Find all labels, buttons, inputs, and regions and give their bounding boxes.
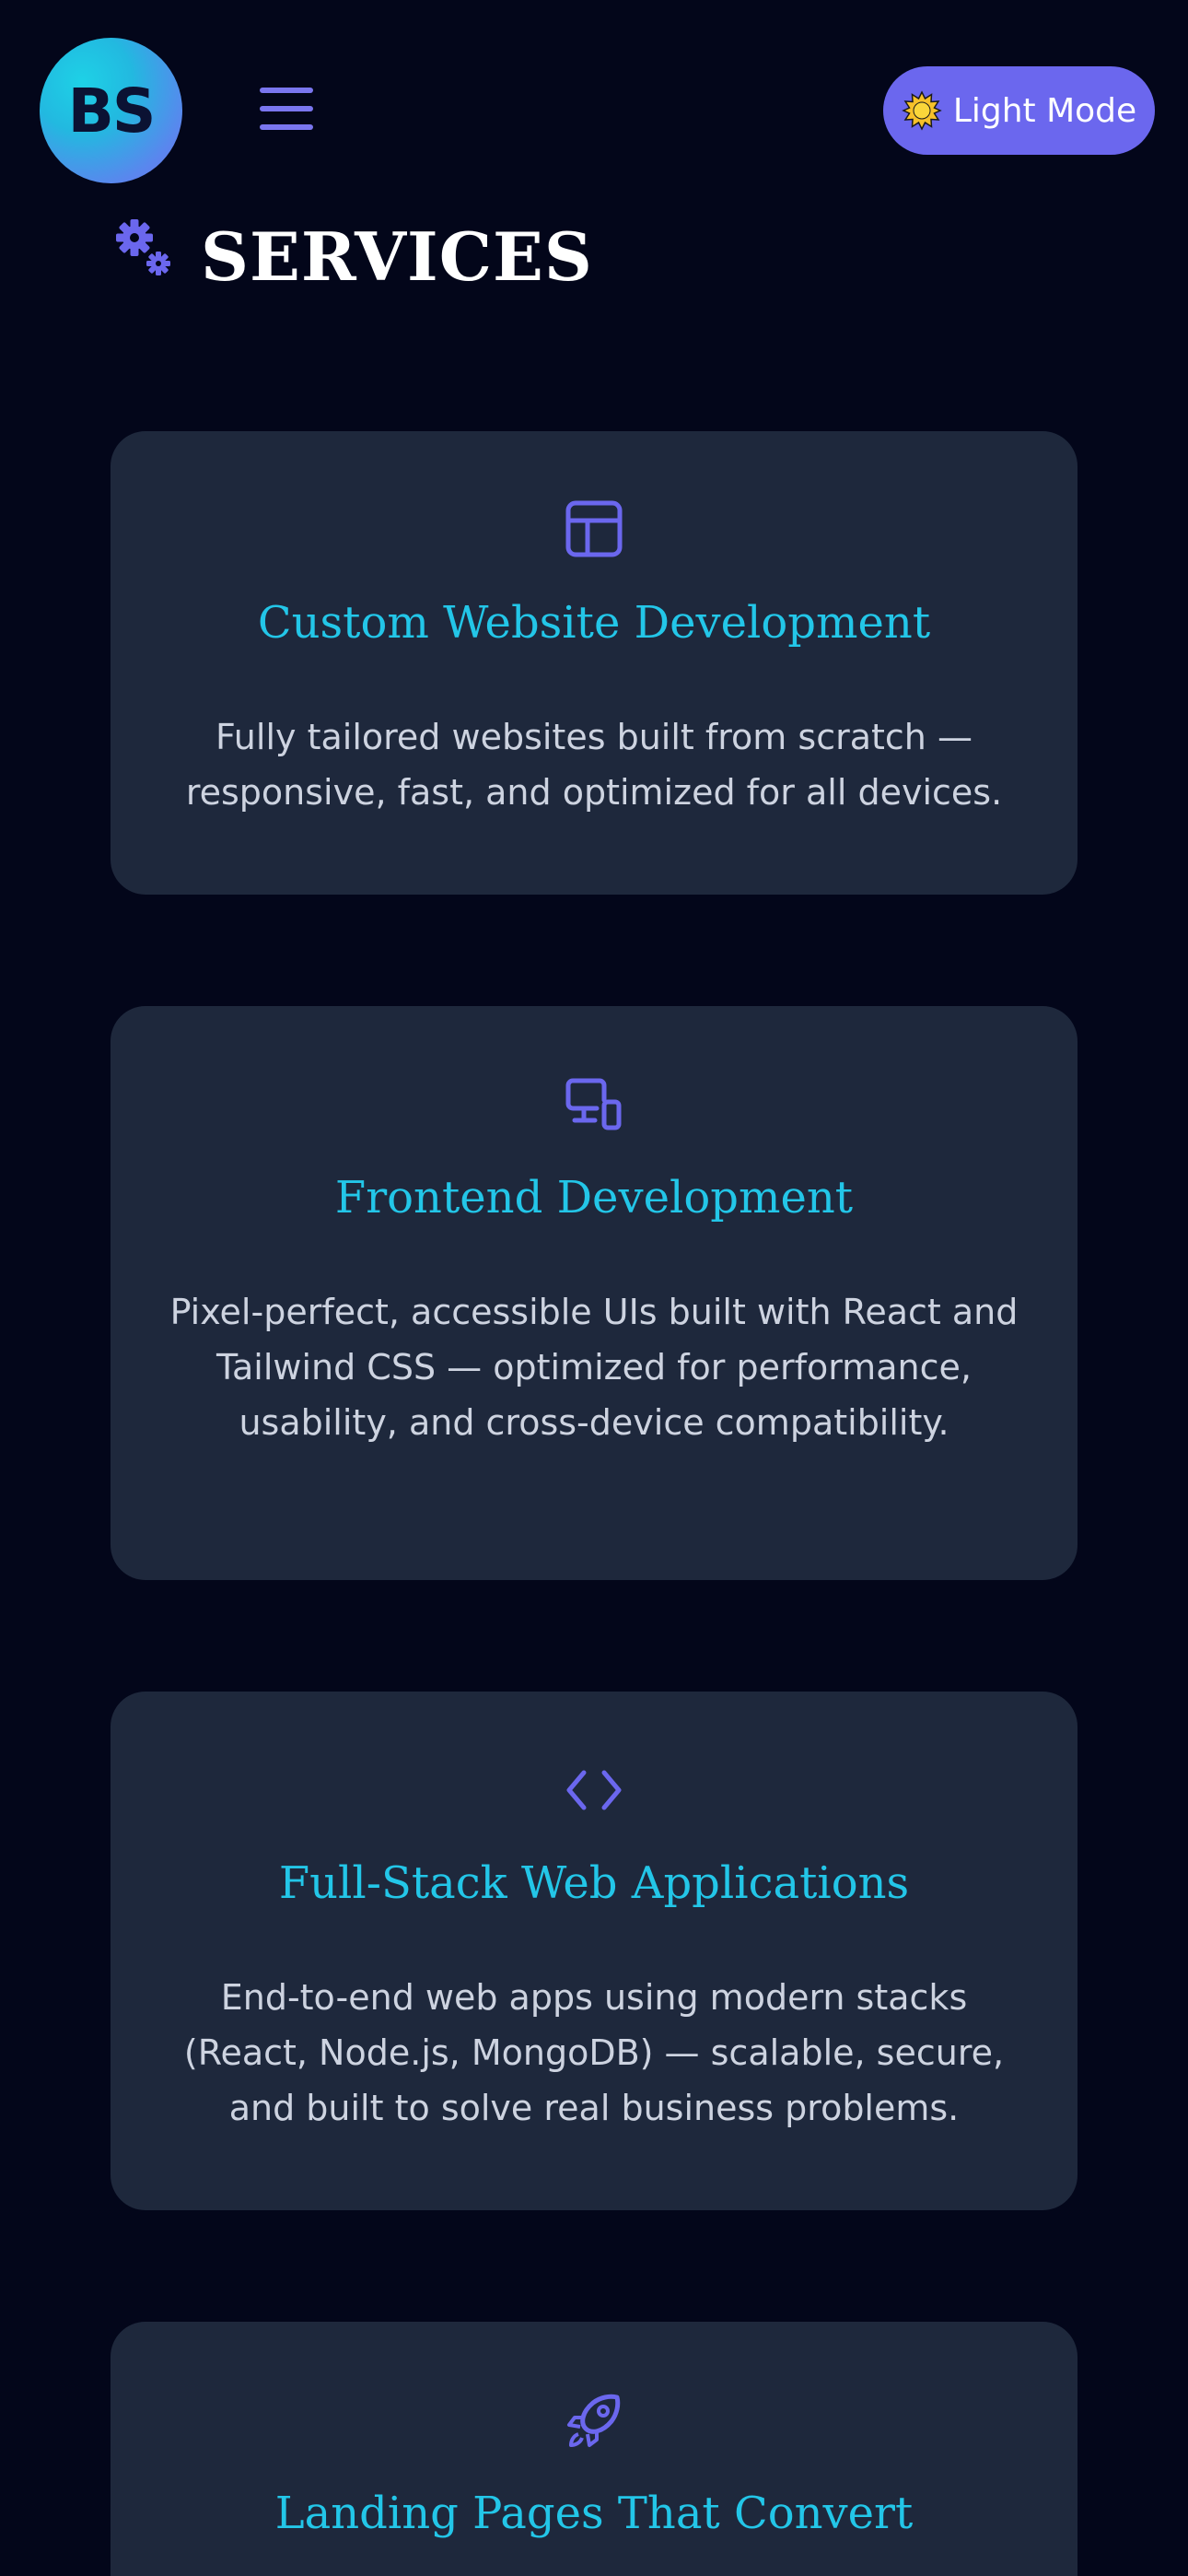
logo-text: BS (67, 75, 157, 146)
service-card: Frontend Development Pixel-perfect, acce… (111, 1006, 1077, 1580)
service-card: Full-Stack Web Applications End-to-end w… (111, 1692, 1077, 2210)
hamburger-menu-icon[interactable] (260, 88, 313, 130)
service-description: Pixel-perfect, accessible UIs built with… (169, 1292, 1019, 1443)
code-icon (566, 1770, 622, 1810)
logo[interactable]: BS (40, 38, 182, 183)
section-header: SERVICES (114, 217, 593, 296)
service-card: Landing Pages That Convert (111, 2322, 1077, 2576)
theme-toggle-label: Light Mode (952, 91, 1137, 130)
theme-toggle-button[interactable]: Light Mode (883, 66, 1155, 155)
service-description: Fully tailored websites built from scrat… (185, 717, 1003, 813)
rocket-icon (567, 2394, 621, 2447)
service-title: Landing Pages That Convert (274, 2488, 914, 2539)
devices-icon (565, 1078, 622, 1130)
section-title: SERVICES (201, 217, 593, 296)
gears-icon (116, 218, 170, 275)
service-card: Custom Website Development Fully tailore… (111, 431, 1077, 895)
service-title: Full-Stack Web Applications (278, 1857, 910, 1909)
page: BS Light Mode SERVICES Custom Website De… (0, 0, 1188, 2576)
service-title: Frontend Development (334, 1172, 854, 1224)
service-description: End-to-end web apps using modern stacks … (183, 1977, 1005, 2128)
sun-icon (902, 90, 942, 131)
layout-icon (565, 500, 623, 557)
service-title: Custom Website Development (257, 597, 931, 649)
